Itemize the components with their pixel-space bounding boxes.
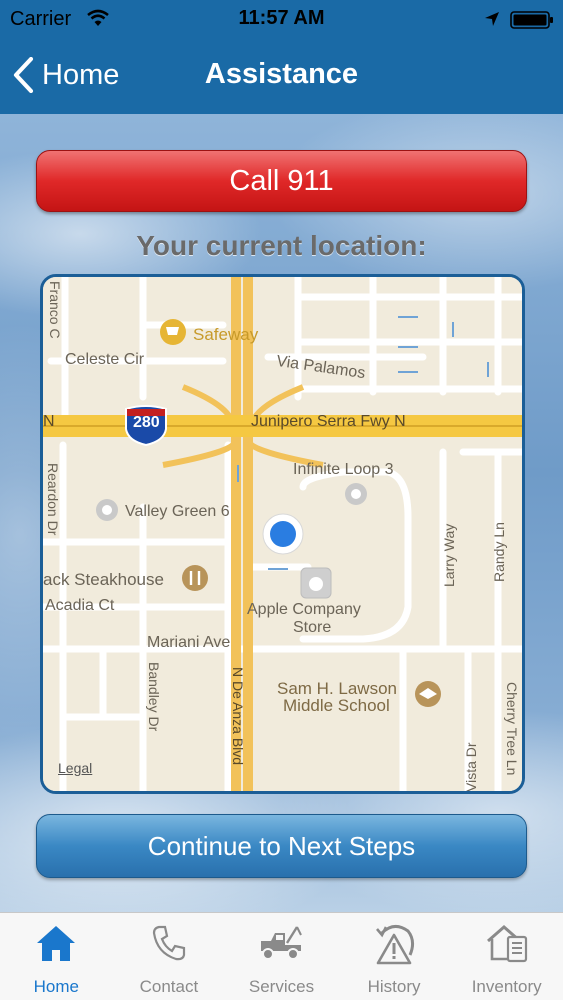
map-label-infinite-loop: Infinite Loop 3	[293, 461, 394, 478]
tab-home-label: Home	[33, 977, 79, 996]
map-label-de-anza: N De Anza Blvd	[230, 667, 246, 766]
tab-inventory-label: Inventory	[471, 977, 542, 996]
highway-shield-number: 280	[133, 414, 160, 431]
map-legal-link[interactable]: Legal	[58, 760, 92, 776]
tab-contact-label: Contact	[139, 977, 199, 996]
history-warning-icon	[376, 925, 415, 965]
map-label-safeway: Safeway	[193, 325, 259, 344]
inventory-icon	[486, 925, 527, 963]
tab-bar: Home Contact Services History Inventory	[0, 912, 563, 1000]
tab-history[interactable]: History	[338, 913, 451, 1000]
map-label-highway-left: N	[43, 413, 55, 430]
tab-services[interactable]: Services	[225, 913, 338, 1000]
home-icon	[37, 926, 76, 961]
tab-inventory[interactable]: Inventory	[450, 913, 563, 1000]
tab-contact[interactable]: Contact	[113, 913, 226, 1000]
tab-services-label: Services	[248, 977, 315, 996]
map-label-larry: Larry Way	[441, 523, 457, 587]
battery-icon	[510, 11, 553, 29]
map-label-junipero: Junipero Serra Fwy N	[251, 413, 406, 430]
map-label-apple-store-line2: Store	[293, 619, 332, 636]
map-label-steakhouse: ack Steakhouse	[43, 570, 164, 589]
map-label-valley-green: Valley Green 6	[125, 503, 230, 520]
main-content: Call 911 Your current location: Safeway …	[0, 114, 563, 912]
map-view[interactable]: Safeway Celeste Cir Via Palamos 280 Juni…	[40, 274, 525, 794]
map-label-apple-store-line1: Apple Company	[247, 601, 361, 618]
call-911-button[interactable]: Call 911	[36, 150, 527, 212]
location-heading: Your current location:	[136, 230, 427, 261]
map-label-franco: Franco C	[47, 281, 63, 339]
map-label-mariani: Mariani Ave	[147, 634, 231, 651]
page-title: Assistance	[204, 58, 359, 90]
map-label-celeste: Celeste Cir	[65, 351, 145, 368]
status-time: 11:57 AM	[238, 7, 325, 29]
tab-home[interactable]: Home	[0, 913, 113, 1000]
map-label-bandley: Bandley Dr	[146, 662, 162, 732]
navigation-bar: Home Assistance	[0, 38, 563, 114]
map-label-acadia: Acadia Ct	[45, 597, 115, 614]
continue-button[interactable]: Continue to Next Steps	[36, 814, 527, 878]
map-label-randy: Randy Ln	[491, 522, 507, 582]
location-arrow-icon	[485, 12, 499, 26]
map-label-cherry: Cherry Tree Ln	[504, 682, 520, 776]
map-label-reardon: Reardon Dr	[45, 463, 61, 536]
tab-history-label: History	[367, 977, 421, 996]
map-label-vista: Vista Dr	[463, 742, 479, 792]
tow-truck-icon	[261, 926, 303, 960]
status-bar: Carrier 11:57 AM	[0, 0, 563, 38]
phone-icon	[152, 925, 185, 961]
map-label-lawson-line2: Middle School	[283, 696, 390, 715]
